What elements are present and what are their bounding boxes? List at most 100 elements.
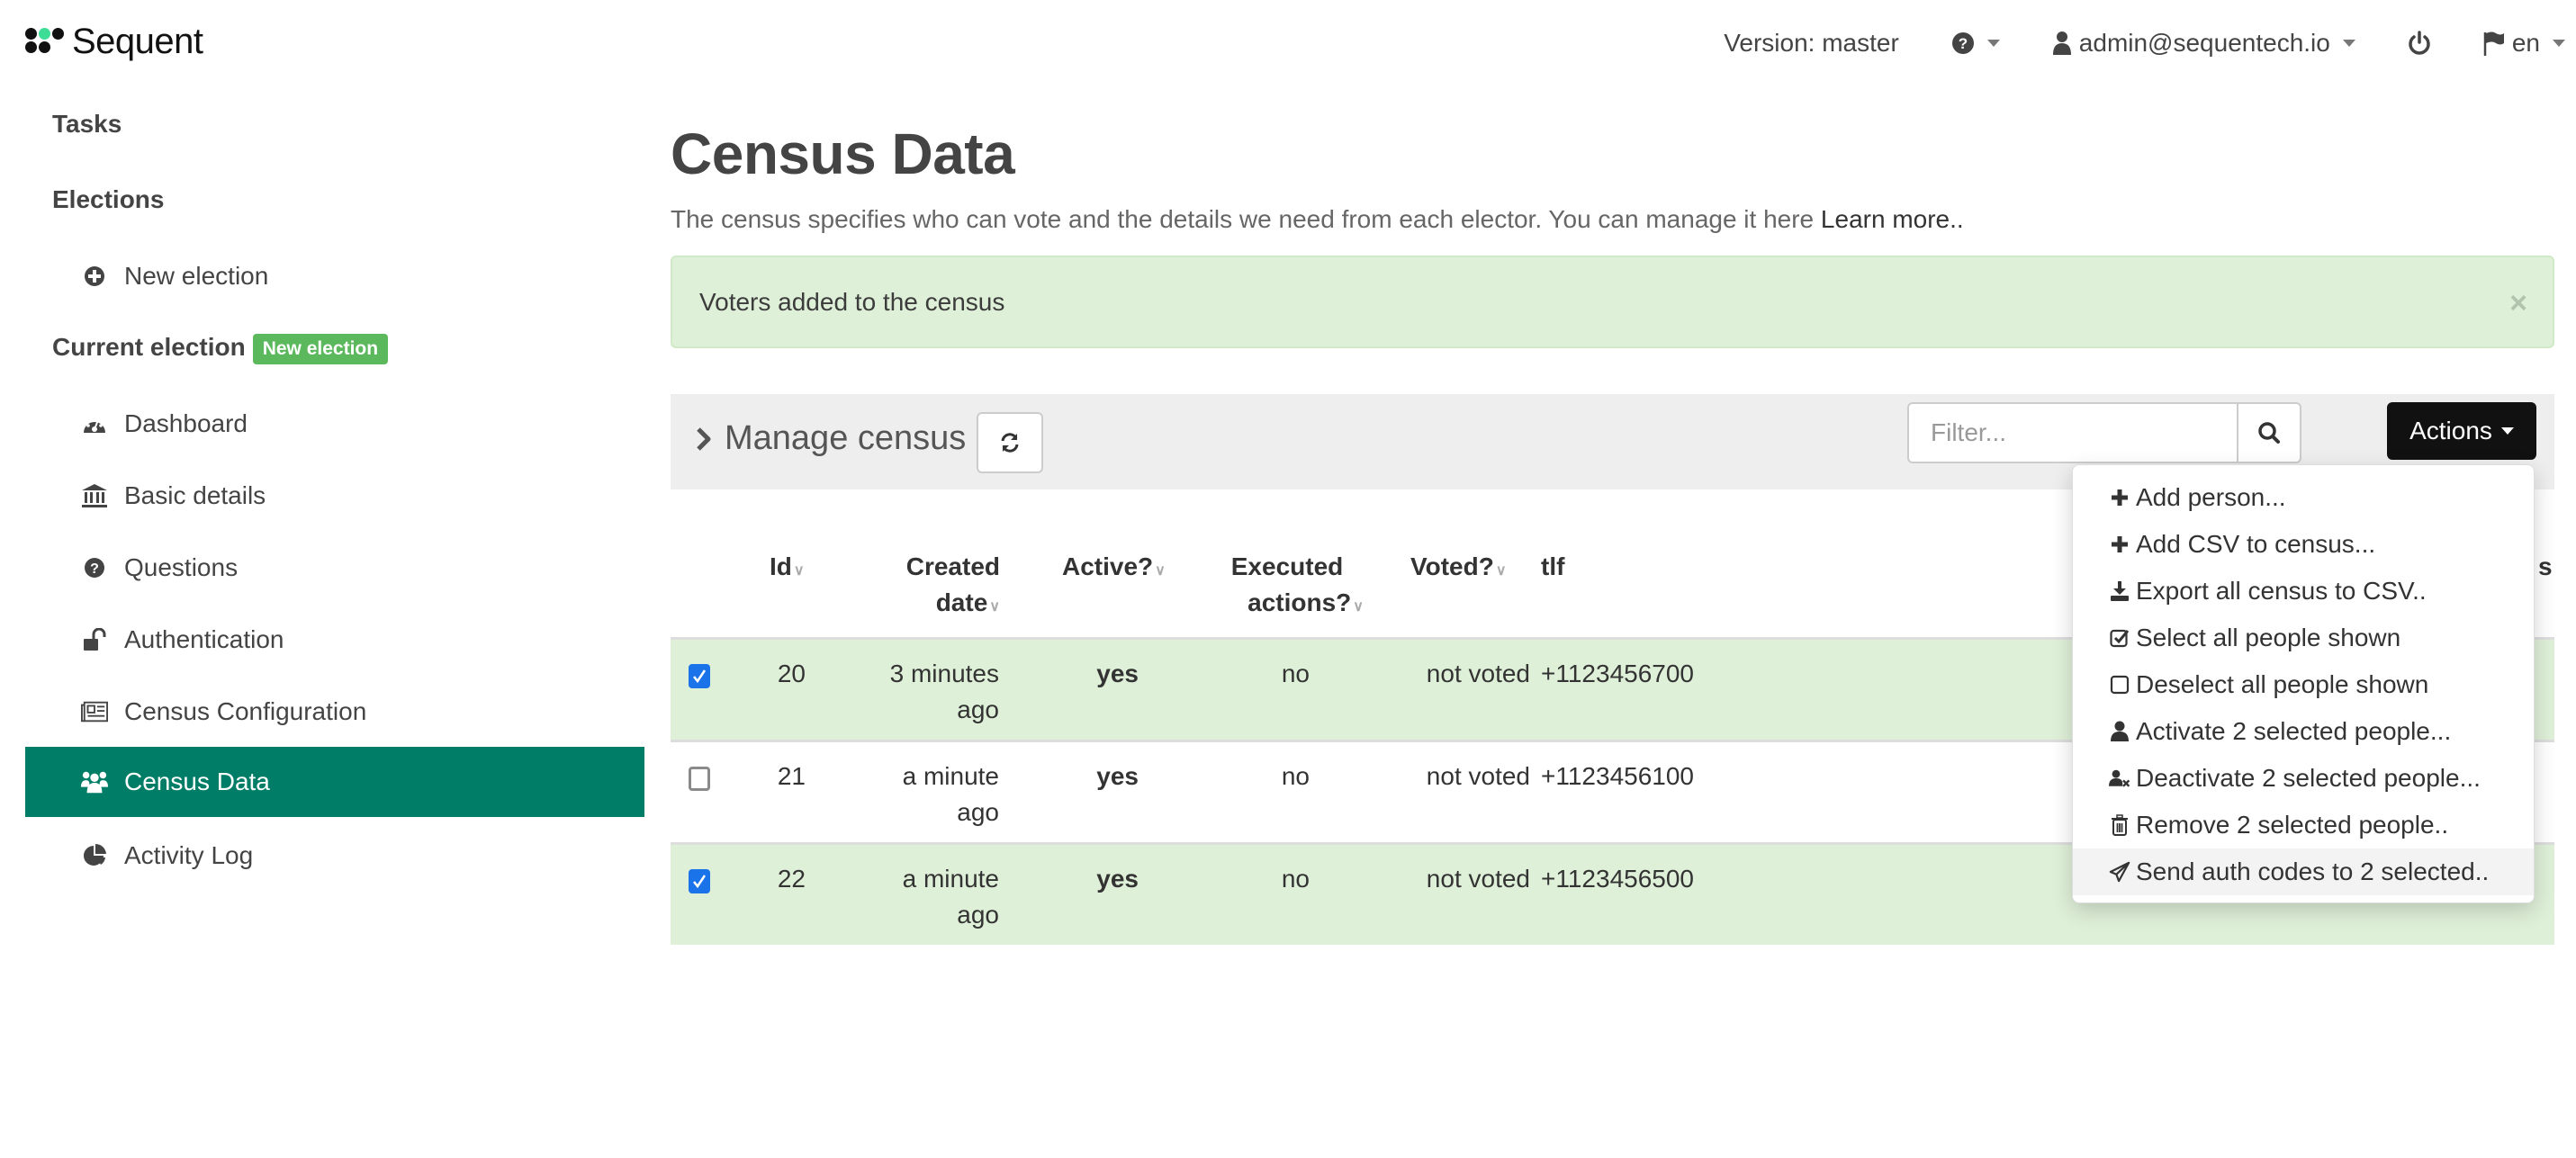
power-icon [2409, 31, 2430, 55]
sidebar-item-questions[interactable]: ? Questions [25, 533, 644, 603]
checkmark-icon [693, 875, 707, 889]
chevron-down-icon [1986, 40, 2000, 47]
filter-group [1907, 402, 2301, 463]
cell-id: 21 [777, 762, 806, 790]
paper-plane-icon [2109, 860, 2130, 884]
menu-item-deactivate-2-selected-people[interactable]: Deactivate 2 selected people... [2073, 755, 2534, 802]
menu-item-add-person[interactable]: Add person... [2073, 474, 2534, 521]
menu-item-label: Remove 2 selected people.. [2136, 811, 2449, 839]
svg-text:?: ? [1959, 35, 1968, 52]
current-election-label: Current election [52, 333, 246, 361]
cell-created-date: 3 minutes ago [889, 660, 999, 723]
chevron-down-icon [2553, 40, 2565, 47]
user-icon [2109, 721, 2130, 742]
cell-tlf: +1123456700 [1541, 660, 1694, 687]
menu-item-label: Add person... [2136, 483, 2286, 511]
sidebar-item-basic-details[interactable]: Basic details [25, 461, 644, 531]
sidebar-heading-tasks[interactable]: Tasks [52, 110, 122, 139]
cell-tlf: +1123456500 [1541, 865, 1694, 893]
menu-item-deselect-all-people-shown[interactable]: Deselect all people shown [2073, 661, 2534, 708]
sidebar-item-label: Census Configuration [124, 697, 367, 725]
close-icon[interactable]: × [2509, 288, 2527, 319]
row-checkbox[interactable] [689, 664, 710, 688]
page-subtitle: The census specifies who can vote and th… [671, 205, 1964, 234]
logout-button[interactable] [2408, 31, 2431, 56]
column-header-hidden[interactable]: s [2538, 549, 2553, 585]
manage-census-toggle[interactable]: Manage census [696, 419, 966, 458]
menu-item-activate-2-selected-people[interactable]: Activate 2 selected people... [2073, 708, 2534, 755]
logo-mark-icon [25, 26, 65, 57]
cell-id: 20 [777, 660, 806, 687]
sidebar-item-label: Basic details [124, 481, 266, 509]
newspaper-icon [81, 701, 108, 723]
download-icon [2109, 580, 2130, 602]
help-menu[interactable]: ? [1951, 31, 2000, 55]
sort-icon: ∨ [793, 563, 805, 579]
menu-item-export-all-census-to-csv[interactable]: Export all census to CSV.. [2073, 568, 2534, 615]
menu-item-remove-2-selected-people[interactable]: Remove 2 selected people.. [2073, 802, 2534, 848]
column-header-id[interactable]: Id ∨ [770, 549, 805, 589]
checkmark-icon [693, 669, 707, 684]
refresh-button[interactable] [977, 412, 1043, 473]
chevron-down-icon [2342, 40, 2355, 47]
sidebar-item-activity-log[interactable]: Activity Log [25, 821, 644, 891]
search-button[interactable] [2237, 402, 2301, 463]
column-header-tlf[interactable]: tlf [1541, 549, 1564, 585]
bank-icon [81, 483, 108, 508]
language-label: en [2511, 29, 2540, 57]
row-checkbox[interactable] [689, 767, 710, 791]
sort-icon: ∨ [1155, 563, 1166, 579]
menu-item-label: Select all people shown [2136, 624, 2401, 651]
menu-item-add-csv-to-census[interactable]: Add CSV to census... [2073, 521, 2534, 568]
filter-input[interactable] [1907, 402, 2237, 463]
sidebar-heading-elections[interactable]: Elections [52, 185, 164, 214]
column-header-executed-actions[interactable]: Executed actions? ∨ [1211, 549, 1364, 625]
sidebar-item-new-election[interactable]: New election [25, 241, 644, 311]
sidebar-item-census-data[interactable]: Census Data [25, 747, 644, 817]
success-alert: Voters added to the census × [671, 256, 2554, 348]
sidebar-item-label: Activity Log [124, 841, 254, 869]
column-header-voted[interactable]: Voted? ∨ [1410, 549, 1507, 589]
user-email: admin@sequentech.io [2078, 29, 2330, 57]
learn-more-link[interactable]: Learn more.. [1821, 205, 1964, 233]
language-menu[interactable]: en [2483, 29, 2565, 58]
menu-item-send-auth-codes-to-2-selected[interactable]: Send auth codes to 2 selected.. [2073, 848, 2534, 895]
cell-executed: no [1281, 865, 1310, 893]
logo-text: Sequent [72, 21, 203, 61]
actions-button[interactable]: Actions [2387, 402, 2536, 460]
menu-item-select-all-people-shown[interactable]: Select all people shown [2073, 615, 2534, 661]
cell-active: yes [1096, 762, 1139, 790]
svg-text:?: ? [90, 561, 99, 577]
trash-icon [2109, 814, 2130, 836]
users-icon [81, 769, 108, 794]
user-menu[interactable]: admin@sequentech.io [2052, 29, 2355, 58]
sidebar-heading-current-election: Current election New election [52, 333, 389, 364]
unlock-icon [81, 628, 108, 651]
sort-icon: ∨ [989, 599, 1000, 615]
menu-item-label: Deactivate 2 selected people... [2136, 764, 2481, 792]
cell-executed: no [1281, 762, 1310, 790]
column-header-created-date[interactable]: Created date ∨ [867, 549, 1000, 625]
logo[interactable]: Sequent [25, 18, 203, 65]
version-label: Version: master [1724, 29, 1899, 57]
question-circle-icon: ? [1951, 32, 1974, 54]
sidebar-item-authentication[interactable]: Authentication [25, 605, 644, 675]
row-checkbox[interactable] [689, 869, 710, 893]
top-nav: Version: master ? admin@sequentech.io en [1724, 25, 2565, 61]
plus-icon [2109, 535, 2130, 553]
sidebar-item-dashboard[interactable]: Dashboard [25, 389, 644, 459]
cell-voted: not voted [1426, 865, 1530, 893]
dashboard-icon [81, 413, 108, 435]
sidebar-item-census-configuration[interactable]: Census Configuration [25, 677, 644, 747]
cell-active: yes [1096, 865, 1139, 893]
menu-item-label: Export all census to CSV.. [2136, 577, 2427, 605]
current-election-badge: New election [252, 333, 389, 364]
actions-label: Actions [2409, 417, 2492, 444]
sidebar-item-label: Questions [124, 553, 239, 581]
square-icon [2109, 675, 2130, 695]
actions-dropdown-menu: Add person... Add CSV to census... Export … [2072, 464, 2535, 903]
user-times-icon [2109, 768, 2130, 789]
menu-item-label: Activate 2 selected people... [2136, 717, 2452, 745]
column-header-active[interactable]: Active? ∨ [1062, 549, 1166, 589]
sidebar-item-label: Dashboard [124, 409, 248, 437]
